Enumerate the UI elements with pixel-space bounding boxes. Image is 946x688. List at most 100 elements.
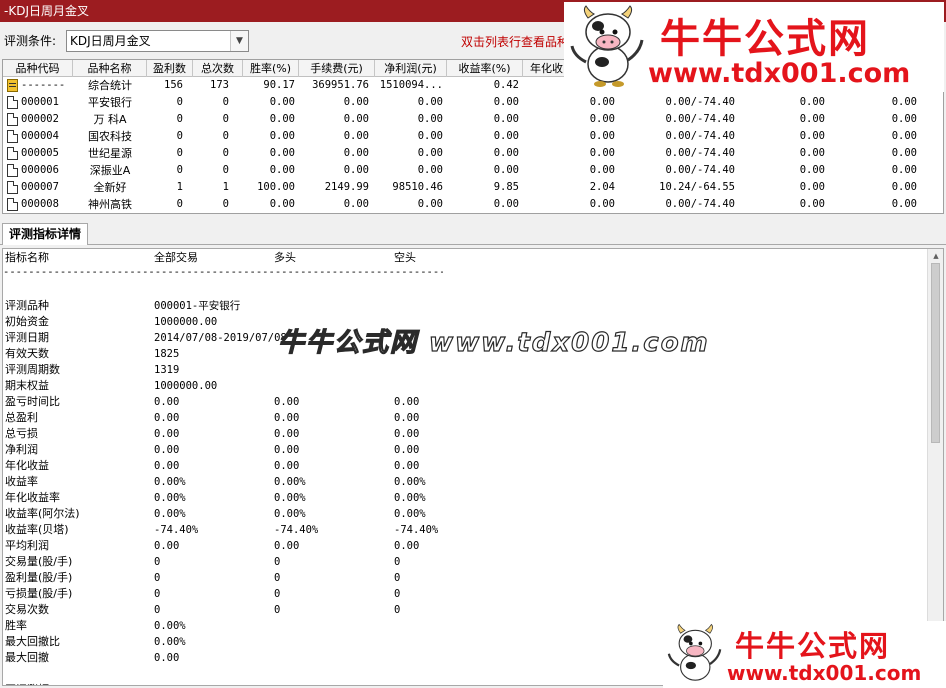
detail-row: 期末权益 1000000.00: [3, 378, 927, 394]
cell-fee: 0.00: [343, 164, 369, 176]
summary-icon: [7, 79, 18, 92]
table-row[interactable]: 000007 全新好 1 1 100.00 2149.99 98510.46 9.85 2.04…: [3, 179, 943, 196]
cell-rate: 0.00: [269, 96, 295, 108]
window-title: -KDJ日周月金叉: [4, 4, 89, 18]
detail-row: [3, 282, 927, 298]
cell-code: 000002: [21, 113, 59, 125]
detail-name: 最大回撤: [5, 651, 49, 664]
detail-short: 0.00%: [394, 476, 426, 488]
col-header-name[interactable]: 品种名称: [73, 60, 147, 77]
detail-all: 0.00: [154, 396, 180, 408]
cell-win: 1: [176, 181, 183, 193]
col-header-win[interactable]: 盈利数: [147, 60, 193, 77]
detail-all: 1319: [154, 364, 180, 376]
detail-name: 交易次数: [5, 603, 49, 616]
detail-row: 年化收益 0.00 0.00 0.00: [3, 458, 927, 474]
cell-c10: 0.00/-74.40: [665, 130, 735, 142]
table-row[interactable]: 000004 国农科技 0 0 0.00 0.00 0.00 0.00 0.00 0.00/-74…: [3, 128, 943, 145]
detail-all: 0: [154, 604, 161, 616]
cell-name: 平安银行: [88, 96, 132, 109]
col-header-total[interactable]: 总次数: [193, 60, 243, 77]
cell-ret: 0.42: [493, 79, 519, 91]
detail-name: 亏损量(股/手): [5, 587, 73, 600]
cell-win: 0: [176, 113, 183, 125]
detail-row: 交易次数 0 0 0: [3, 602, 927, 618]
detail-name: 初始资金: [5, 315, 49, 328]
detail-row: 年化收益率 0.00% 0.00% 0.00%: [3, 490, 927, 506]
cell-c10: 0.00/-74.40: [665, 164, 735, 176]
detail-short: 0.00%: [394, 492, 426, 504]
cell-fee: 0.00: [343, 113, 369, 125]
cell-profit: 0.00: [417, 198, 443, 210]
cell-fee: 0.00: [343, 96, 369, 108]
cell-c11: 0.00: [799, 198, 825, 210]
scrollbar-thumb[interactable]: [931, 263, 940, 443]
cell-win: 0: [176, 164, 183, 176]
cell-c12: 0.00: [891, 181, 917, 193]
detail-short: -74.40%: [394, 524, 439, 536]
detail-name: 评测周期数: [5, 363, 60, 376]
detail-all: 0.00%: [154, 636, 186, 648]
cell-rate: 90.17: [263, 79, 295, 91]
cell-total: 173: [210, 79, 229, 91]
detail-name: 年化收益率: [5, 491, 60, 504]
detail-all: 7.38(118.84%): [154, 682, 236, 685]
tab-evaluation-detail[interactable]: 评测指标详情: [2, 223, 89, 245]
cell-profit: 1510094...: [379, 79, 443, 91]
table-row[interactable]: 000001 平安银行 0 0 0.00 0.00 0.00 0.00 0.00 0.00/-74…: [3, 94, 943, 111]
detail-all: 1825: [154, 348, 180, 360]
detail-name: 收益率(阿尔法): [5, 507, 80, 520]
cell-c9: 0.00: [589, 198, 615, 210]
cell-total: 0: [222, 198, 229, 210]
table-row[interactable]: 000006 深振业A 0 0 0.00 0.00 0.00 0.00 0.00 0.00/-74…: [3, 162, 943, 179]
cell-c11: 0.00: [799, 147, 825, 159]
condition-select[interactable]: KDJ日周月金叉 ▼: [66, 30, 249, 52]
site-logo-bottom: 牛牛公式网 www.tdx001.com: [663, 621, 946, 688]
table-row[interactable]: 000008 神州高铁 0 0 0.00 0.00 0.00 0.00 0.00 0.00/-74…: [3, 196, 943, 213]
col-header-profit[interactable]: 净利润(元): [375, 60, 447, 77]
cell-profit: 0.00: [417, 113, 443, 125]
cell-ret: 0.00: [493, 96, 519, 108]
detail-tab-strip: 评测指标详情: [0, 219, 946, 245]
detail-name: 平均利润: [5, 539, 49, 552]
detail-scrollbar[interactable]: ▲ ▼: [927, 249, 943, 685]
detail-row: 盈亏时间比 0.00 0.00 0.00: [3, 394, 927, 410]
cell-code: 000008: [21, 198, 59, 210]
detail-long: 0.00: [274, 412, 300, 424]
chevron-down-icon[interactable]: ▼: [230, 31, 248, 51]
detail-long: 0.00: [274, 460, 300, 472]
detail-long: 0: [274, 588, 281, 600]
detail-short: 0.00: [394, 460, 420, 472]
cell-win: 0: [176, 147, 183, 159]
cell-total: 1: [222, 181, 229, 193]
col-header-rate[interactable]: 胜率(%): [243, 60, 299, 77]
detail-row: 盈利量(股/手) 0 0 0: [3, 570, 927, 586]
cell-c9: 0.00: [589, 96, 615, 108]
cell-total: 0: [222, 113, 229, 125]
cell-c9: 2.04: [589, 181, 615, 193]
detail-long: 0.00%: [274, 508, 306, 520]
cow-mascot-icon: [570, 5, 644, 87]
col-header-code[interactable]: 品种代码: [3, 60, 73, 77]
table-row[interactable]: 000005 世纪星源 0 0 0.00 0.00 0.00 0.00 0.00 0.00/-74…: [3, 145, 943, 162]
detail-name: 有效天数: [5, 347, 49, 360]
document-icon: [7, 198, 18, 211]
detail-name: 最大回撤比: [5, 635, 60, 648]
detail-row: 收益率(贝塔) -74.40% -74.40% -74.40%: [3, 522, 927, 538]
cell-total: 0: [222, 130, 229, 142]
detail-all: 0.00: [154, 460, 180, 472]
scroll-up-icon[interactable]: ▲: [928, 249, 943, 263]
detail-row: 总盈利 0.00 0.00 0.00: [3, 410, 927, 426]
cell-profit: 0.00: [417, 147, 443, 159]
cell-c10: 0.00/-74.40: [665, 113, 735, 125]
col-header-return[interactable]: 收益率(%): [447, 60, 523, 77]
cell-name: 神州高铁: [88, 198, 132, 211]
detail-name: 交易量(股/手): [5, 555, 73, 568]
detail-name: 收益率: [5, 475, 38, 488]
table-row[interactable]: 000002 万 科A 0 0 0.00 0.00 0.00 0.00 0.00 0.00/-74…: [3, 111, 943, 128]
detail-long: -74.40%: [274, 524, 319, 536]
detail-all: 0.00: [154, 412, 180, 424]
detail-all: 0.00: [154, 652, 180, 664]
cell-c12: 0.00: [891, 113, 917, 125]
col-header-fee[interactable]: 手续费(元): [299, 60, 375, 77]
